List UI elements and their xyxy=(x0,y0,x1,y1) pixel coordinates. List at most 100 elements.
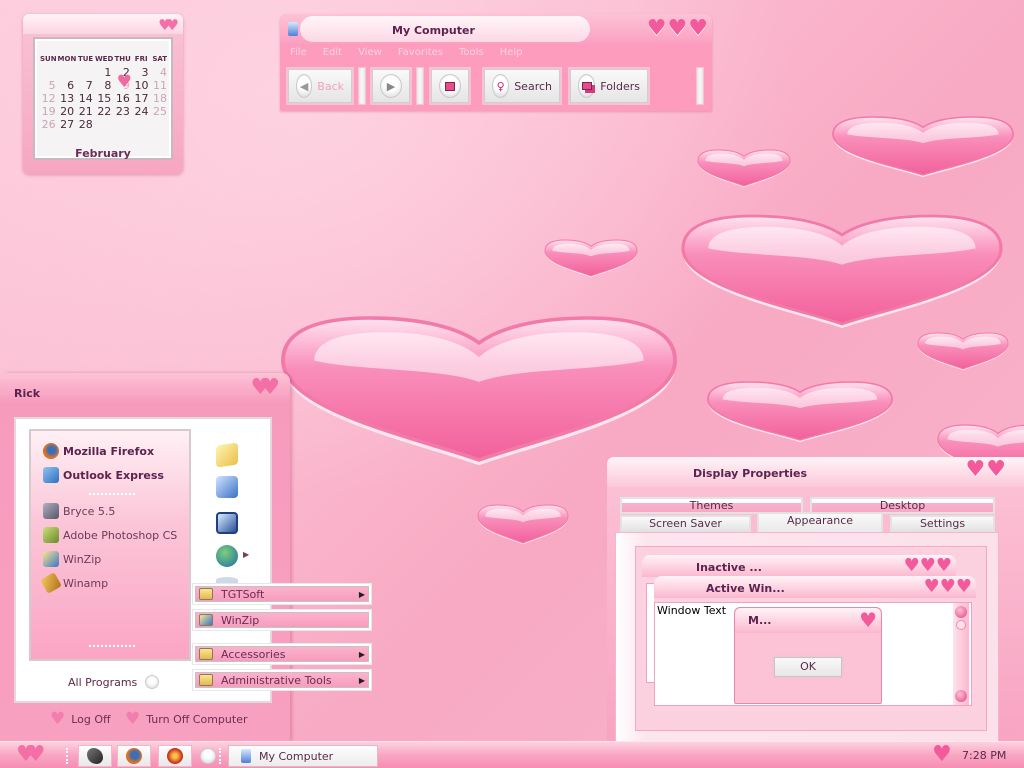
menu-view[interactable]: View xyxy=(358,47,382,58)
calendar-day[interactable]: 4 xyxy=(150,66,169,79)
forward-button[interactable]: ▶ xyxy=(370,67,412,105)
toolbar-separator xyxy=(416,67,424,105)
folders-label: Folders xyxy=(600,79,640,93)
calendar-day[interactable]: 15 xyxy=(95,92,114,105)
submenu-label: Accessories xyxy=(221,647,286,661)
calendar-day[interactable]: 22 xyxy=(95,105,114,118)
calendar-day[interactable]: 3 xyxy=(132,66,151,79)
folders-button[interactable]: Folders xyxy=(568,67,650,105)
calendar-day[interactable]: 16 xyxy=(113,92,132,105)
title-bar[interactable]: My Computer ♥ ♥ ♥ xyxy=(280,14,712,44)
start-button-hearts-icon[interactable]: ♥♥ xyxy=(16,742,46,768)
preview-scrollbar[interactable] xyxy=(953,603,969,705)
submenu-item-winzip[interactable]: WinZip xyxy=(192,609,372,631)
scroll-thumb[interactable] xyxy=(956,620,966,630)
quick-launch-gimp[interactable] xyxy=(78,745,112,767)
calendar-day[interactable]: 5 xyxy=(39,79,58,92)
calendar-day[interactable]: 27 xyxy=(58,118,77,131)
pinned-label: Mozilla Firefox xyxy=(63,444,155,458)
back-button[interactable]: ◀ Back xyxy=(286,67,354,105)
calendar-day[interactable]: 11 xyxy=(150,79,169,92)
calendar-day[interactable]: 17 xyxy=(132,92,151,105)
wallpaper-heart xyxy=(281,316,677,466)
all-programs-button[interactable]: All Programs xyxy=(68,675,160,689)
back-arrow-icon: ◀ xyxy=(296,74,313,98)
calendar-day[interactable]: 12 xyxy=(39,92,58,105)
close-heart-icon[interactable]: ♥ xyxy=(986,459,1006,481)
quick-launch-expand-icon[interactable] xyxy=(200,748,216,764)
calendar-day[interactable]: 1 xyxy=(95,66,114,79)
calendar-day[interactable]: 24 xyxy=(132,105,151,118)
calendar-day-today[interactable]: 9 xyxy=(113,76,132,92)
submenu-item-accessories[interactable]: Accessories ▶ xyxy=(192,643,372,665)
message-box-preview[interactable]: M... ♥ OK xyxy=(734,607,882,704)
calendar-day[interactable]: 25 xyxy=(150,105,169,118)
my-computer-window[interactable]: My Computer ♥ ♥ ♥ File Edit View Favorit… xyxy=(280,14,712,111)
preview-heart-buttons-icon: ♥♥♥ xyxy=(923,576,972,597)
menu-file[interactable]: File xyxy=(290,47,307,58)
calendar-day[interactable]: 28 xyxy=(76,118,95,131)
search-button[interactable]: ♀ Search xyxy=(482,67,562,105)
log-off-button[interactable]: ♥ Log Off xyxy=(50,709,111,729)
display-properties-window[interactable]: Display Properties ♥ ♥ Themes Desktop Sc… xyxy=(607,457,1024,742)
my-computer-icon[interactable] xyxy=(216,476,238,498)
programs-column: Mozilla Firefox Outlook Express Bryce 5.… xyxy=(29,429,191,661)
calendar-hearts-icon[interactable]: ♥♥ xyxy=(158,16,179,34)
up-folder-button[interactable] xyxy=(429,67,471,105)
toolbar-grip[interactable] xyxy=(696,67,704,105)
help-heart-icon[interactable]: ♥ xyxy=(966,459,986,481)
calendar-day[interactable]: 20 xyxy=(58,105,77,118)
recent-item-winzip[interactable]: WinZip xyxy=(43,551,101,567)
tray-heart-icon[interactable]: ♥ xyxy=(932,743,952,767)
clock[interactable]: 7:28 PM xyxy=(962,749,1006,762)
outlook-express-icon xyxy=(43,467,59,483)
minimize-heart-icon[interactable]: ♥ xyxy=(647,18,667,40)
recent-item-photoshop[interactable]: Adobe Photoshop CS xyxy=(43,527,177,543)
tab-settings[interactable]: Settings xyxy=(890,515,995,532)
maximize-heart-icon[interactable]: ♥ xyxy=(668,18,688,40)
close-heart-icon[interactable]: ♥ xyxy=(688,18,708,40)
recent-item-bryce[interactable]: Bryce 5.5 xyxy=(43,503,115,519)
menu-edit[interactable]: Edit xyxy=(323,47,342,58)
menu-tools[interactable]: Tools xyxy=(459,47,484,58)
calendar-day[interactable]: 18 xyxy=(150,92,169,105)
calendar-day[interactable]: 14 xyxy=(76,92,95,105)
calendar-day[interactable]: 13 xyxy=(58,92,77,105)
title-bar[interactable] xyxy=(607,457,1024,487)
pinned-item-outlook-express[interactable]: Outlook Express xyxy=(43,467,164,483)
control-panel-icon[interactable] xyxy=(216,512,238,534)
recent-item-winamp[interactable]: Winamp xyxy=(40,572,108,594)
menu-help[interactable]: Help xyxy=(500,47,523,58)
calendar-day[interactable]: 19 xyxy=(39,105,58,118)
message-close-heart-icon[interactable]: ♥ xyxy=(859,608,877,632)
program-group-folder-icon xyxy=(199,588,213,600)
submenu-item-tgtsoft[interactable]: TGTSoft ▶ xyxy=(192,583,372,605)
calendar-day[interactable]: 10 xyxy=(132,79,151,92)
toolbar-grip[interactable] xyxy=(66,748,68,764)
calendar-day[interactable]: 26 xyxy=(39,118,58,131)
tab-screen-saver[interactable]: Screen Saver xyxy=(620,515,751,532)
toolbar-grip[interactable] xyxy=(219,748,221,764)
calendar-day[interactable]: 8 xyxy=(95,79,114,92)
scroll-down-icon[interactable] xyxy=(955,690,967,702)
menu-favorites[interactable]: Favorites xyxy=(398,47,443,58)
network-icon[interactable] xyxy=(216,545,238,567)
ok-button[interactable]: OK xyxy=(772,655,844,679)
scroll-up-icon[interactable] xyxy=(955,606,967,618)
taskbar-button-my-computer[interactable]: My Computer xyxy=(228,745,378,767)
my-computer-icon[interactable] xyxy=(288,22,298,36)
quick-launch-media-player[interactable] xyxy=(158,745,192,767)
calendar-day[interactable]: 6 xyxy=(58,79,77,92)
quick-launch-firefox[interactable] xyxy=(117,745,151,767)
my-computer-icon xyxy=(241,749,251,763)
calendar-day[interactable]: 23 xyxy=(113,105,132,118)
wallpaper-heart xyxy=(544,239,638,278)
turn-off-button[interactable]: ♥ Turn Off Computer xyxy=(125,709,247,729)
tab-appearance[interactable]: Appearance xyxy=(757,512,883,534)
calendar-day[interactable]: 7 xyxy=(76,79,95,92)
my-documents-icon[interactable] xyxy=(216,442,238,468)
preview-heart-buttons-icon: ♥♥♥ xyxy=(903,555,952,576)
submenu-item-administrative-tools[interactable]: Administrative Tools ▶ xyxy=(192,669,372,691)
pinned-item-firefox[interactable]: Mozilla Firefox xyxy=(43,443,154,459)
calendar-day[interactable]: 21 xyxy=(76,105,95,118)
